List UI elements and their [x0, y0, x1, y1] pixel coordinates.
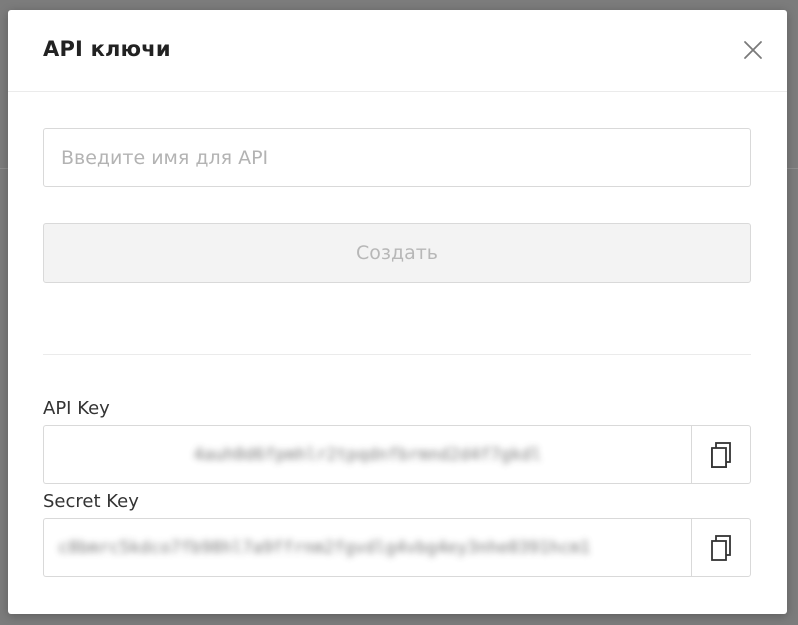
modal-header: API ключи: [8, 10, 787, 92]
api-key-label: API Key: [43, 398, 110, 419]
api-key-value: 4auh0d6fpmhlr2tpqdnfbrmnd2d4f7gkdl: [193, 444, 542, 465]
close-button[interactable]: [741, 38, 765, 62]
secret-key-group: c8bmrc5kdco7fb98hl7a9ffrnm2fgvdlg4vbg4ey…: [43, 518, 751, 577]
api-name-input[interactable]: [43, 128, 751, 187]
section-divider: [43, 354, 751, 355]
close-icon: [744, 41, 762, 59]
api-keys-modal: API ключи Создать API Key 4auh0d6fpmhlr2…: [8, 10, 787, 614]
modal-title: API ключи: [43, 37, 171, 61]
api-key-group: 4auh0d6fpmhlr2tpqdnfbrmnd2d4f7gkdl: [43, 425, 751, 484]
copy-api-key-button[interactable]: [691, 425, 751, 484]
copy-icon: [711, 441, 731, 468]
secret-key-field[interactable]: c8bmrc5kdco7fb98hl7a9ffrnm2fgvdlg4vbg4ey…: [43, 518, 691, 577]
create-button[interactable]: Создать: [43, 223, 751, 283]
api-key-field[interactable]: 4auh0d6fpmhlr2tpqdnfbrmnd2d4f7gkdl: [43, 425, 691, 484]
copy-icon: [711, 534, 731, 561]
secret-key-value: c8bmrc5kdco7fb98hl7a9ffrnm2fgvdlg4vbg4ey…: [58, 537, 591, 558]
secret-key-label: Secret Key: [43, 491, 139, 512]
copy-secret-key-button[interactable]: [691, 518, 751, 577]
